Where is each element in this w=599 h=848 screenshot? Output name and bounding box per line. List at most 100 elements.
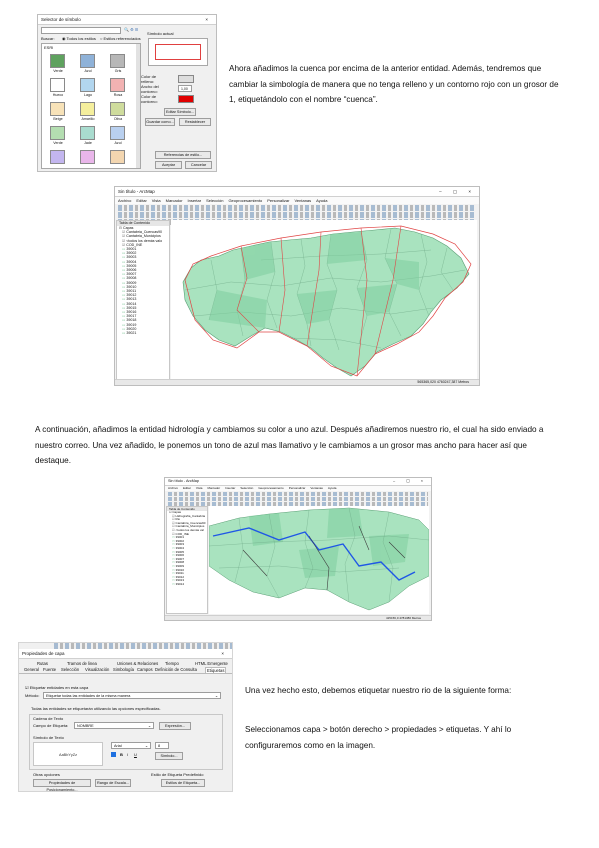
tab[interactable]: Simbología — [113, 667, 134, 672]
symbol-button[interactable]: Símbolo... — [155, 752, 183, 760]
symbol-swatch[interactable] — [110, 150, 125, 164]
tabs-row-2: General Fuente Selección Visualización Simbo… — [19, 667, 232, 674]
menu-item[interactable]: Editar — [183, 486, 191, 490]
tab[interactable]: Campos — [137, 667, 153, 672]
map-view-2[interactable] — [208, 506, 430, 614]
menu-item[interactable]: Archivo — [118, 198, 131, 203]
underline-button[interactable]: U — [134, 752, 137, 757]
table-of-contents[interactable]: Tabla de Contenido ⊟ Capas ☑ Cantabria_Cu… — [116, 220, 170, 380]
menu-item[interactable]: Ayuda — [328, 486, 336, 490]
tab[interactable]: Visualización — [85, 667, 109, 672]
toolbar-row[interactable] — [168, 497, 428, 501]
toolbar-row[interactable] — [118, 212, 476, 218]
menu-item[interactable]: Ventanas — [310, 486, 323, 490]
symbol-swatch[interactable] — [80, 102, 95, 116]
outline-color-dropdown[interactable] — [178, 95, 194, 103]
fill-color-label: Color de relleno: — [141, 74, 157, 84]
tab[interactable]: HTML Emergente — [195, 661, 228, 666]
menu-item[interactable]: Marcador — [166, 198, 183, 203]
font-select[interactable]: Arial ⌄ — [111, 742, 151, 749]
close-icon[interactable]: × — [205, 15, 213, 24]
window-controls-icon[interactable]: – ▢ × — [439, 187, 476, 196]
text-symbol-preview[interactable]: AaBbYyZz — [33, 742, 103, 766]
save-as-button[interactable]: Guardar como... — [145, 118, 175, 126]
menu-item[interactable]: Geoprocesamiento — [258, 486, 283, 490]
tab[interactable]: Selección — [61, 667, 79, 672]
expression-button[interactable]: Expresión... — [159, 722, 191, 730]
radio-all-styles[interactable]: ◉ Todos los estilos — [62, 36, 96, 41]
symbol-swatch[interactable] — [80, 78, 95, 92]
tab[interactable]: Rutas — [37, 661, 48, 666]
menu-item[interactable]: Geoprocesamiento — [228, 198, 262, 203]
tab[interactable]: Uniones & Relaciones — [117, 661, 158, 666]
current-symbol-preview — [148, 38, 208, 66]
menu-item[interactable]: Editar — [136, 198, 146, 203]
symbol-swatch[interactable] — [80, 126, 95, 140]
window-controls-icon[interactable]: – ▢ × — [393, 478, 428, 485]
menu-item[interactable]: Ventanas — [294, 198, 311, 203]
label-features-checkbox[interactable]: ☑ Etiquetar entidades en esta capa — [25, 685, 88, 690]
menu-item[interactable]: Personalizar — [289, 486, 306, 490]
map-view[interactable] — [171, 220, 477, 380]
method-select[interactable]: Etiquetar todas las entidades de la mism… — [43, 692, 221, 699]
menu-item[interactable]: Ayuda — [316, 198, 327, 203]
symbol-swatch[interactable] — [110, 102, 125, 116]
tab[interactable]: Tiempo — [165, 661, 179, 666]
menu-item[interactable]: Personalizar — [267, 198, 289, 203]
menu-item[interactable]: Archivo — [168, 486, 178, 490]
style-references-button[interactable]: Referencias de estilo... — [155, 151, 211, 159]
label-field-select[interactable]: NOMBRE ⌄ — [74, 722, 154, 729]
menu-item[interactable]: Vista — [152, 198, 161, 203]
table-of-contents[interactable]: Tabla de Contenido ⊟ Capas ☑ Hidrografía_… — [166, 506, 208, 614]
reset-button[interactable]: Restablecer — [179, 118, 211, 126]
fill-color-dropdown[interactable] — [178, 75, 194, 83]
font-color-button[interactable] — [111, 752, 116, 757]
symbol-swatch[interactable] — [50, 54, 65, 68]
symbol-swatch[interactable] — [80, 54, 95, 68]
dialog-title: Selector de símbolo — [41, 17, 81, 22]
chevron-down-icon: ⌄ — [214, 694, 218, 698]
scale-range-button[interactable]: Rango de Escala... — [95, 779, 131, 787]
toolbar-row[interactable] — [118, 205, 476, 211]
radio-ref-label: Estilos referenciados — [103, 36, 141, 41]
tab[interactable]: Definición de Consulta — [155, 667, 197, 672]
gallery-scrollbar[interactable] — [136, 44, 140, 168]
symbol-swatch[interactable] — [50, 150, 65, 164]
symbol-swatch[interactable] — [110, 54, 125, 68]
tab[interactable]: Fuente — [43, 667, 56, 672]
tab[interactable]: Etiquetas — [205, 667, 227, 673]
symbol-selector-screenshot: Selector de símbolo × 🔍 ⚙ ☰ Buscar: ◉ To… — [37, 14, 217, 172]
symbol-swatch[interactable] — [110, 126, 125, 140]
symbol-swatch[interactable] — [110, 78, 125, 92]
edit-symbol-button[interactable]: Editar Símbolo... — [164, 108, 196, 116]
symbol-swatch[interactable] — [80, 150, 95, 164]
symbol-swatch[interactable] — [50, 78, 65, 92]
outline-width-input[interactable]: 1,00 — [178, 85, 192, 92]
search-tools-icon[interactable]: 🔍 ⚙ ☰ — [124, 27, 138, 32]
toc-legend-item[interactable]: ▭ 39021 — [117, 331, 169, 335]
search-input[interactable] — [41, 27, 121, 34]
close-icon[interactable]: × — [221, 649, 229, 658]
menu-item[interactable]: Selección — [206, 198, 223, 203]
font-size-select[interactable]: 8 — [155, 742, 169, 749]
accept-button[interactable]: Aceptar — [155, 161, 182, 169]
menu-item[interactable]: Insertar — [188, 198, 202, 203]
radio-referenced-styles[interactable]: ○ Estilos referenciados — [100, 36, 141, 41]
tab[interactable]: General — [24, 667, 39, 672]
label-styles-button[interactable]: Estilos de Etiqueta... — [161, 779, 205, 787]
placement-properties-button[interactable]: Propiedades de Posicionamiento... — [33, 779, 91, 791]
toolbar-row[interactable] — [168, 492, 428, 496]
symbol-gallery[interactable]: ESRI Verde Azul Gris Hueco Lago Rosa Beige Amar… — [41, 43, 141, 169]
symbol-swatch[interactable] — [50, 102, 65, 116]
cancel-button[interactable]: Cancelar — [185, 161, 212, 169]
italic-button[interactable]: I — [127, 752, 128, 757]
symbol-swatch[interactable] — [50, 126, 65, 140]
menu-item[interactable]: Marcador — [207, 486, 220, 490]
toc-legend-item[interactable]: ▭ 39014 — [167, 582, 207, 587]
menu-item[interactable]: Insertar — [225, 486, 235, 490]
menu-item[interactable]: Vista — [196, 486, 203, 490]
tab[interactable]: Tramos de linea — [67, 661, 97, 666]
bold-button[interactable]: B — [120, 752, 123, 757]
menu-item[interactable]: Selección — [240, 486, 253, 490]
symbol-swatch-label: Lago — [84, 93, 92, 97]
